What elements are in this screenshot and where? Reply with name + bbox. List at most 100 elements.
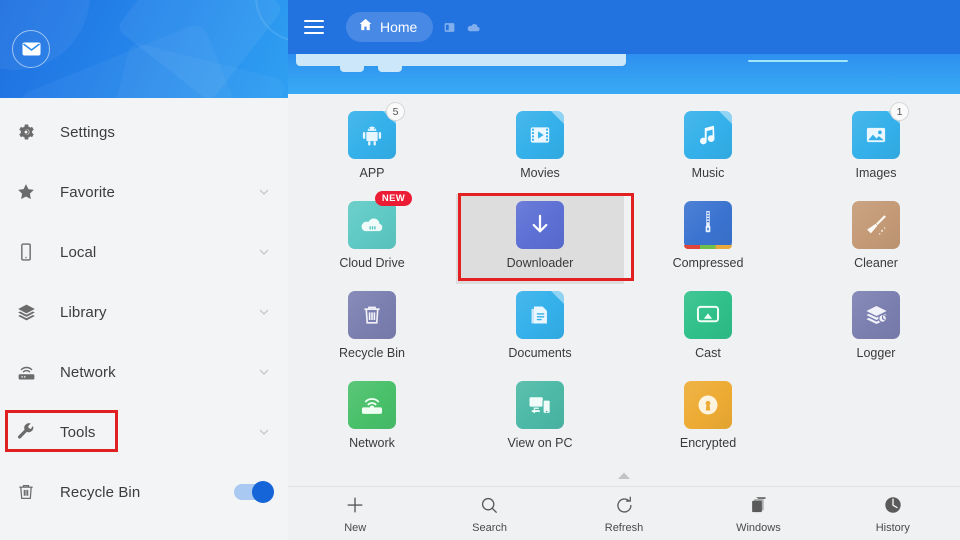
collapse-handle[interactable] [288,464,960,486]
grid-cell-label: Cleaner [854,256,898,270]
video-file-icon [516,111,564,159]
toolbar-windows[interactable]: Windows [691,493,825,534]
grid-cell-documents[interactable]: Documents [456,284,624,374]
banner-underline [748,60,848,62]
grid-cell-movies[interactable]: Movies [456,104,624,194]
envelope-icon [22,42,40,56]
grid-cell-network[interactable]: Network [288,374,456,464]
grid-cell-view-on-pc[interactable]: View on PC [456,374,624,464]
phone-icon [16,239,48,265]
sidebar-item-recycle-bin[interactable]: Recycle Bin [0,462,288,522]
hamburger-icon[interactable] [304,20,326,34]
grid-cell-label: Documents [508,346,572,360]
cloud-drive-icon: NEW [348,191,412,249]
grid-cell-label: Logger [856,346,896,360]
sidebar-item-tools[interactable]: Tools [0,402,288,462]
star-icon [16,179,48,205]
sidebar: Settings Favorite Local Library Network … [0,0,288,540]
router-icon [16,359,48,385]
search-icon [479,493,500,517]
badge-count: 5 [386,102,405,121]
sidebar-item-label: Recycle Bin [60,483,141,501]
main-pane: Home 5 APP Movies Music 1 Images NEW Clo… [288,0,960,540]
android-icon: 5 [348,102,405,159]
sidebar-item-label: Settings [60,123,115,141]
toolbar-label: New [344,522,367,534]
grid-row: Recycle Bin Documents Cast Logger [288,284,960,374]
toolbar-search[interactable]: Search [422,493,556,534]
sidebar-item-label: Library [60,303,107,321]
toolbar-label: Refresh [604,522,644,534]
layers-icon [16,299,48,325]
sidebar-item-favorite[interactable]: Favorite [0,162,288,222]
toolbar-refresh[interactable]: Refresh [557,493,691,534]
banner-strip [288,54,960,94]
music-file-icon [684,111,732,159]
sdcard-icon[interactable] [443,21,456,34]
cast-icon [684,291,732,339]
sidebar-item-label: Favorite [60,183,115,201]
grid-cell-logger[interactable]: Logger [792,284,960,374]
doc-file-icon [516,291,564,339]
bottom-toolbar: New Search Refresh Windows History [288,486,960,540]
sidebar-item-label: Local [60,243,97,261]
toolbar-label: Search [472,522,508,534]
grid-cell-downloader[interactable]: Downloader [456,193,634,284]
sidebar-header [0,0,288,98]
grid-cell-images[interactable]: 1 Images [792,102,960,194]
plus-icon [344,493,366,517]
grid-cell-label: Cast [695,346,721,360]
avatar[interactable] [12,30,50,68]
grid-cell-label: Images [855,166,897,180]
chevron-down-icon[interactable] [256,304,272,320]
grid-cell-cloud-drive[interactable]: NEW Cloud Drive [288,191,456,284]
breadcrumb[interactable]: Home [346,12,434,42]
refresh-icon [614,493,635,517]
sidebar-nav: Settings Favorite Local Library Network … [0,98,288,522]
grid-cell-label: Recycle Bin [339,346,405,360]
trash-icon [16,479,48,505]
view-on-pc-icon [516,381,564,429]
image-file-icon: 1 [852,102,909,159]
grid-cell-cast[interactable]: Cast [624,284,792,374]
toolbar-new[interactable]: New [288,493,422,534]
grid-cell-label: Compressed [672,256,744,270]
sidebar-item-label: Network [60,363,116,381]
grid-cell-recycle-bin[interactable]: Recycle Bin [288,284,456,374]
recycle-bin-toggle[interactable] [234,481,274,503]
sidebar-item-local[interactable]: Local [0,222,288,282]
chevron-down-icon[interactable] [256,424,272,440]
grid-cell-compressed[interactable]: Compressed [624,194,792,284]
sidebar-item-label: Tools [60,423,96,441]
router-tile-icon [348,381,396,429]
sidebar-item-settings[interactable]: Settings [0,102,288,162]
grid-cell-label: Cloud Drive [339,256,405,270]
home-icon [358,17,373,37]
lock-icon [684,381,732,429]
banner-card [296,54,626,72]
sidebar-item-library[interactable]: Library [0,282,288,342]
grid-cell-cleaner[interactable]: Cleaner [792,194,960,284]
grid-row: 5 APP Movies Music 1 Images [288,102,960,194]
grid-row: Network View on PC Encrypted [288,374,960,464]
badge-new: NEW [374,191,412,206]
sidebar-item-network[interactable]: Network [0,342,288,402]
shortcut-grid: 5 APP Movies Music 1 Images NEW Cloud Dr… [288,94,960,486]
file-manager-app: Settings Favorite Local Library Network … [0,0,960,540]
grid-cell-music[interactable]: Music [624,104,792,194]
toolbar-label: Windows [736,522,781,534]
grid-cell-encrypted[interactable]: Encrypted [624,374,792,464]
grid-cell-app[interactable]: 5 APP [288,102,456,194]
trash-tile-icon [348,291,396,339]
grid-cell-label: APP [359,166,385,180]
toolbar-history[interactable]: History [826,493,960,534]
cloud-icon[interactable] [466,20,481,35]
breadcrumb-label: Home [380,19,418,35]
chevron-down-icon[interactable] [256,364,272,380]
broom-icon [852,201,900,249]
gear-icon [16,119,48,145]
chevron-up-icon [618,472,630,479]
chevron-down-icon[interactable] [256,244,272,260]
grid-cell-label: Network [349,436,395,450]
chevron-down-icon[interactable] [256,184,272,200]
